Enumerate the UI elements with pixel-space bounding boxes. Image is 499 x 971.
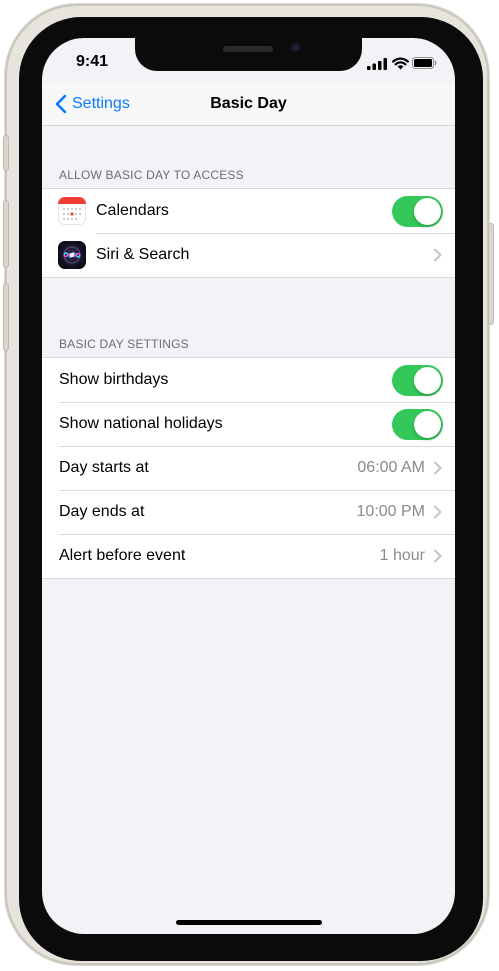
- row-siri-search[interactable]: Siri & Search: [42, 233, 455, 277]
- row-value: 10:00 PM: [356, 503, 425, 520]
- access-group: Calendars Siri & Search: [42, 188, 455, 278]
- navigation-bar: Settings Basic Day: [42, 83, 455, 126]
- chevron-right-icon: [434, 248, 442, 262]
- side-button-power: [488, 223, 494, 325]
- speaker-grille: [223, 46, 273, 52]
- chevron-right-icon: [434, 461, 442, 475]
- calendar-icon: [58, 197, 86, 225]
- section-header-settings: BASIC DAY SETTINGS: [59, 337, 189, 351]
- row-label: Show birthdays: [59, 371, 169, 388]
- row-calendars: Calendars: [42, 189, 455, 233]
- row-day-ends-at[interactable]: Day ends at 10:00 PM: [42, 490, 455, 534]
- toggle-knob: [414, 410, 441, 438]
- notch: [135, 38, 362, 71]
- show-birthdays-toggle[interactable]: [392, 364, 443, 396]
- row-label: Show national holidays: [59, 415, 223, 432]
- siri-icon: [58, 241, 86, 269]
- status-time: 9:41: [76, 53, 109, 70]
- toggle-knob: [414, 197, 441, 225]
- settings-group: Show birthdays Show national holidays Da…: [42, 357, 455, 579]
- home-indicator[interactable]: [176, 920, 322, 925]
- screen: 9:41 Settings Basic Day ALLOW BASIC DAY …: [42, 38, 455, 934]
- row-day-starts-at[interactable]: Day starts at 06:00 AM: [42, 446, 455, 490]
- row-label: Day starts at: [59, 459, 149, 476]
- row-alert-before-event[interactable]: Alert before event 1 hour: [42, 534, 455, 578]
- row-label: Calendars: [96, 202, 169, 219]
- front-camera: [290, 42, 301, 53]
- side-button-volume-down: [3, 283, 9, 351]
- chevron-right-icon: [434, 505, 442, 519]
- row-value: 06:00 AM: [357, 459, 425, 476]
- side-button-mute: [3, 135, 9, 171]
- show-national-holidays-toggle[interactable]: [392, 408, 443, 440]
- section-header-access: ALLOW BASIC DAY TO ACCESS: [59, 168, 244, 182]
- side-button-volume-up: [3, 200, 9, 268]
- row-label: Alert before event: [59, 547, 186, 564]
- row-label: Day ends at: [59, 503, 145, 520]
- chevron-right-icon: [434, 549, 442, 563]
- row-value: 1 hour: [379, 547, 425, 564]
- row-show-national-holidays: Show national holidays: [42, 402, 455, 446]
- row-label: Siri & Search: [96, 246, 190, 263]
- wifi-icon: [392, 57, 409, 70]
- row-show-birthdays: Show birthdays: [42, 358, 455, 402]
- page-title: Basic Day: [210, 95, 287, 112]
- toggle-knob: [414, 366, 441, 394]
- calendars-toggle[interactable]: [392, 195, 443, 227]
- battery-icon: [412, 57, 437, 69]
- cellular-signal-icon: [367, 58, 387, 70]
